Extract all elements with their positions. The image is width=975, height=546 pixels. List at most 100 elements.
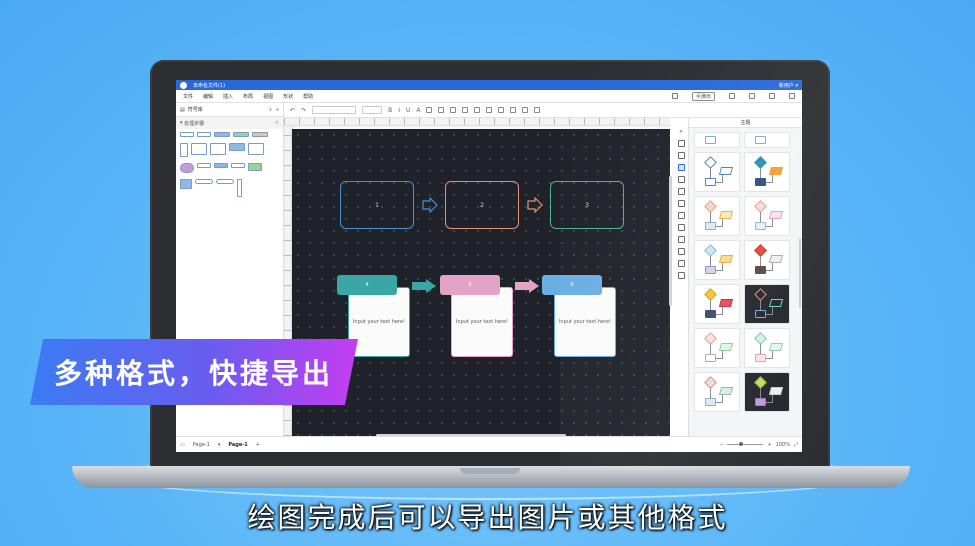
shape-thumbnail[interactable] [197, 132, 211, 137]
menu-file[interactable]: 文件 [183, 93, 193, 100]
line-color-icon[interactable] [486, 107, 493, 113]
history-icon[interactable] [729, 93, 735, 99]
redo-icon[interactable]: ↷ [301, 107, 306, 114]
lock-icon[interactable] [522, 107, 529, 113]
font-size-select[interactable] [362, 106, 383, 114]
process-node[interactable]: 1 [340, 181, 414, 229]
present-button[interactable]: ⦿演示 [691, 91, 715, 101]
text-card[interactable]: Input your text here! [451, 287, 513, 357]
theme-card[interactable] [694, 372, 740, 412]
shape-thumbnail[interactable] [191, 143, 207, 155]
font-color-icon[interactable]: A [416, 107, 420, 114]
fullscreen-icon[interactable]: ⤢ [794, 442, 798, 448]
theme-card[interactable] [744, 132, 790, 148]
theme-icon[interactable] [677, 164, 685, 171]
export-icon[interactable] [749, 93, 755, 99]
shape-thumbnail[interactable] [233, 132, 249, 137]
print-icon[interactable] [769, 93, 775, 99]
theme-card[interactable] [744, 240, 790, 280]
chevron-down-icon[interactable]: ▾ [218, 442, 221, 448]
menu-layout[interactable]: 布局 [243, 93, 253, 100]
process-node[interactable]: 2 [445, 181, 519, 229]
menu-shape[interactable]: 形状 [283, 93, 293, 100]
shape-thumbnail[interactable] [252, 132, 268, 137]
theme-card[interactable] [694, 328, 740, 368]
card-header[interactable]: 4 [337, 275, 397, 295]
shape-thumbnail[interactable] [195, 179, 213, 184]
shape-thumbnail[interactable] [248, 163, 262, 171]
user-menu[interactable]: 新用户 ▾ [779, 82, 798, 89]
theme-card[interactable] [694, 196, 740, 236]
feedback-icon[interactable] [671, 93, 678, 99]
zoom-out-icon[interactable]: − [719, 442, 723, 448]
data-icon[interactable] [677, 200, 685, 207]
menu-view[interactable]: 视图 [263, 93, 273, 100]
image-icon[interactable] [677, 188, 685, 195]
menu-edit[interactable]: 编辑 [203, 93, 213, 100]
list-icon[interactable] [677, 248, 685, 255]
expand-icon[interactable]: » [679, 128, 683, 135]
text-box-icon[interactable] [450, 107, 457, 113]
tree-icon[interactable] [677, 224, 685, 231]
theme-card[interactable] [694, 152, 740, 192]
zoom-level[interactable]: 100% [776, 442, 790, 448]
shape-thumbnail[interactable] [197, 163, 211, 168]
undo-icon[interactable]: ↶ [290, 107, 295, 114]
fill-icon[interactable] [474, 107, 481, 113]
menu-insert[interactable]: 插入 [223, 93, 233, 100]
vertical-scrollbar[interactable] [669, 176, 672, 306]
diagram-canvas[interactable]: 1 2 3 Input your text here! 4 Input your… [292, 129, 670, 436]
shape-thumbnail[interactable] [180, 143, 188, 157]
underline-icon[interactable]: U [406, 107, 410, 114]
connector-icon[interactable] [462, 107, 469, 113]
close-icon[interactable]: × [275, 120, 279, 126]
theme-card[interactable] [694, 284, 740, 324]
shape-thumbnail[interactable] [231, 163, 245, 168]
shape-thumbnail[interactable] [214, 132, 230, 137]
card-header[interactable]: 6 [542, 275, 602, 295]
section-header[interactable]: ▾ 处理步骤 × [176, 117, 283, 129]
shape-thumbnail[interactable] [210, 143, 226, 155]
arrange-icon[interactable] [510, 107, 517, 113]
line-style-icon[interactable] [498, 107, 505, 113]
bold-icon[interactable]: B [388, 107, 392, 114]
attachment-icon[interactable] [677, 236, 685, 243]
share-icon[interactable] [789, 93, 795, 99]
theme-card[interactable] [744, 196, 790, 236]
menu-help[interactable]: 帮助 [303, 93, 313, 100]
history-icon[interactable] [677, 272, 685, 279]
theme-card[interactable] [744, 328, 790, 368]
shape-thumbnail[interactable] [214, 163, 228, 168]
shape-thumbnail[interactable] [216, 179, 234, 184]
zoom-in-icon[interactable]: + [767, 442, 771, 448]
shape-thumbnail[interactable] [180, 132, 194, 137]
line-spacing-icon[interactable] [438, 107, 445, 113]
search-icon[interactable]: ⌕ [269, 107, 272, 113]
shape-thumbnail[interactable] [180, 179, 192, 189]
fit-icon[interactable] [677, 260, 685, 267]
theme-card-selected[interactable] [744, 284, 790, 324]
process-node[interactable]: 3 [550, 181, 624, 229]
italic-icon[interactable]: I [398, 107, 400, 114]
magnifier-icon[interactable] [534, 107, 541, 113]
theme-panel-scrollbar[interactable] [799, 238, 801, 308]
shape-thumbnail[interactable] [180, 163, 194, 173]
shape-thumbnail[interactable] [237, 179, 242, 197]
text-card[interactable]: Input your text here! [554, 287, 616, 357]
theme-card[interactable] [744, 372, 790, 412]
align-icon[interactable] [426, 107, 433, 113]
text-card[interactable]: Input your text here! [348, 287, 410, 357]
page-tab-active[interactable]: Page-1 [228, 442, 247, 448]
shape-thumbnail[interactable] [229, 143, 245, 151]
add-page-button[interactable]: + [256, 442, 260, 448]
theme-card[interactable] [694, 240, 740, 280]
shape-thumbnail[interactable] [248, 143, 264, 155]
page-select[interactable]: Page-1 [193, 442, 210, 448]
style-icon[interactable] [677, 140, 685, 147]
page-icon[interactable] [677, 152, 685, 159]
layers-icon[interactable] [677, 176, 685, 183]
picture-icon[interactable] [677, 212, 685, 219]
theme-card[interactable] [694, 132, 740, 148]
zoom-slider[interactable] [727, 442, 764, 446]
theme-card[interactable] [744, 152, 790, 192]
